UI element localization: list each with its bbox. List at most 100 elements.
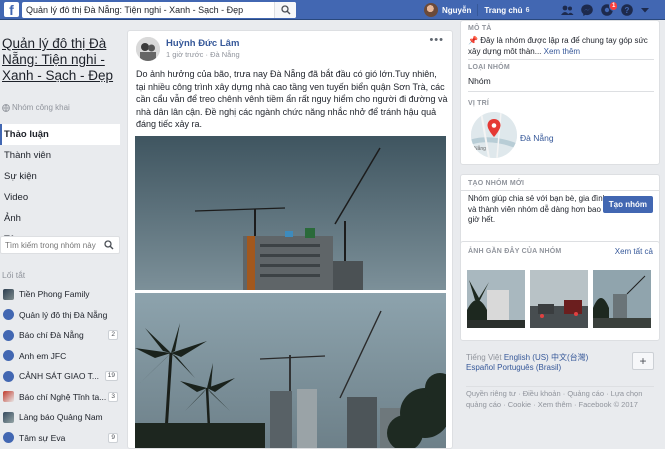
page-icon [3,288,14,300]
globe-icon [2,103,10,112]
divider [461,190,659,191]
notifications-icon[interactable]: 1 [600,1,619,17]
group-type-value: Nhóm [468,76,491,86]
recent-photo[interactable] [593,270,651,328]
about-see-more-link[interactable]: Xem thêm [544,47,580,56]
shortcut-label: Báo chí Đà Nẵng [19,330,84,341]
help-icon[interactable]: ? [620,3,634,17]
language-current: Tiếng Việt [466,353,502,362]
shortcut-item[interactable]: Làng báo Quảng Nam [0,407,120,428]
post-meta: 1 giờ trước · Đà Nẵng [166,50,240,59]
language-option[interactable]: Português (Brasil) [497,363,561,372]
recent-photos-card: ẢNH GẦN ĐÂY CỦA NHÓM Xem tất cả [460,241,660,341]
left-sidebar: Quản lý đô thị Đà Nẵng: Tiện nghi - Xanh… [0,20,122,449]
account-menu-icon[interactable] [640,3,654,17]
post-location[interactable]: Đà Nẵng [210,50,240,59]
recent-photos-grid [467,270,651,328]
about-description: 📌 Đây là nhóm được lập ra để chung tay g… [468,36,654,57]
tab-members[interactable]: Thành viên [0,145,120,166]
shortcut-item[interactable]: Tâm sự Eva 9 [0,428,120,449]
language-list: Tiếng Việt English (US) 中文(台灣) Español P… [466,352,631,372]
page-icon [3,391,14,403]
language-option[interactable]: English (US) [504,353,549,362]
svg-text:?: ? [625,6,630,15]
svg-text:Nẵng: Nẵng [474,145,486,152]
language-option[interactable]: Español [466,363,495,372]
shortcut-label: Quản lý đô thị Đà Nẵng:... [19,309,107,320]
shortcut-label: Tiền Phong Family [19,289,90,300]
user-navigation: Nguyễn Trang chủ 6 [424,0,529,20]
location-link[interactable]: Đà Nẵng [520,133,554,143]
add-language-button[interactable]: + [632,352,654,370]
group-icon [3,432,14,444]
group-navigation: Thảo luận Thành viên Sự kiện Video Ảnh T… [0,124,120,250]
create-group-button[interactable]: Tạo nhóm [602,196,653,213]
location-map[interactable]: Nẵng [471,112,517,158]
tab-photos[interactable]: Ảnh [0,208,120,229]
post-options-button[interactable]: ••• [429,34,444,46]
group-about-card: MÔ TẢ 📌 Đây là nhóm được lập ra để chung… [460,20,660,165]
post-time[interactable]: 1 giờ trước [166,50,203,59]
footer-links: Quyền riêng tư · Điều khoản · Quảng cáo … [466,389,643,409]
friend-requests-icon[interactable] [560,3,574,17]
notification-badge: 1 [609,1,619,11]
nav-icons: 1 ? [560,1,654,17]
user-avatar[interactable] [424,3,438,17]
shortcut-item[interactable]: Báo chí Nghệ Tĩnh ta... 3 [0,387,120,408]
page-icon [3,411,14,423]
nav-divider [477,4,479,16]
home-link[interactable]: Trang chủ [484,6,522,15]
create-group-heading: TẠO NHÓM MỚI [468,180,525,187]
author-avatar[interactable] [136,37,160,61]
search-icon[interactable] [104,240,114,250]
see-all-photos-link[interactable]: Xem tất cả [615,247,653,256]
messages-icon[interactable] [580,3,594,17]
create-group-text: Nhóm giúp chia sẻ với bạn bè, gia đình v… [468,194,608,224]
shortcut-item[interactable]: CẢNH SÁT GIAO T... 19 [0,366,120,387]
group-icon [3,329,14,341]
location-heading: VỊ TRÍ [468,100,490,107]
search-input[interactable] [22,2,272,18]
user-name-link[interactable]: Nguyễn [442,6,471,15]
recent-photo[interactable] [530,270,588,328]
language-option[interactable]: 中文(台灣) [551,353,588,362]
home-count: 6 [525,6,530,14]
shortcut-item[interactable]: Báo chí Đà Nẵng 2 [0,325,120,346]
create-group-card: TẠO NHÓM MỚI Nhóm giúp chia sẻ với bạn b… [460,174,660,250]
search-icon [281,5,291,15]
shortcut-count: 9 [108,432,118,443]
tab-videos[interactable]: Video [0,187,120,208]
about-heading: MÔ TẢ [468,25,492,32]
feed-post: Huỳnh Đức Lâm 1 giờ trước · Đà Nẵng ••• … [127,30,453,449]
group-search-input[interactable] [1,237,101,253]
shortcut-item[interactable]: Tiền Phong Family [0,284,120,305]
shortcut-label: Báo chí Nghệ Tĩnh ta... [19,391,107,402]
language-selector: Tiếng Việt English (US) 中文(台灣) Español P… [460,348,660,384]
divider [468,59,654,60]
recent-photo[interactable] [467,270,525,328]
shortcut-item[interactable]: Anh em JFC [0,346,120,367]
post-photo[interactable] [135,136,446,290]
divider [466,386,654,387]
group-type-heading: LOẠI NHÓM [468,64,510,71]
tab-discussion[interactable]: Thảo luận [0,124,120,145]
post-photo[interactable] [135,293,446,448]
privacy-label: Nhóm công khai [12,103,70,112]
shortcuts-heading: Lối tắt [2,270,26,280]
tab-events[interactable]: Sự kiện [0,166,120,187]
group-search [0,236,120,254]
top-navigation-bar: f Nguyễn Trang chủ 6 1 ? [0,0,665,20]
pin-icon: 📌 [468,36,478,45]
group-icon [3,350,14,362]
group-title-link[interactable]: Quản lý đô thị Đà Nẵng: Tiện nghi - Xanh… [2,36,120,84]
post-author-link[interactable]: Huỳnh Đức Lâm [166,38,239,49]
post-text: Do ảnh hưởng của bão, trưa nay Đà Nẵng đ… [136,69,448,130]
divider [468,91,654,92]
global-search [22,2,296,18]
shortcut-count: 2 [108,330,118,341]
facebook-logo-icon[interactable]: f [4,2,19,18]
search-button[interactable] [274,2,296,18]
shortcut-item[interactable]: Quản lý đô thị Đà Nẵng:... [0,305,120,326]
shortcut-label: Tâm sự Eva [19,432,66,443]
shortcut-count: 3 [108,391,118,402]
